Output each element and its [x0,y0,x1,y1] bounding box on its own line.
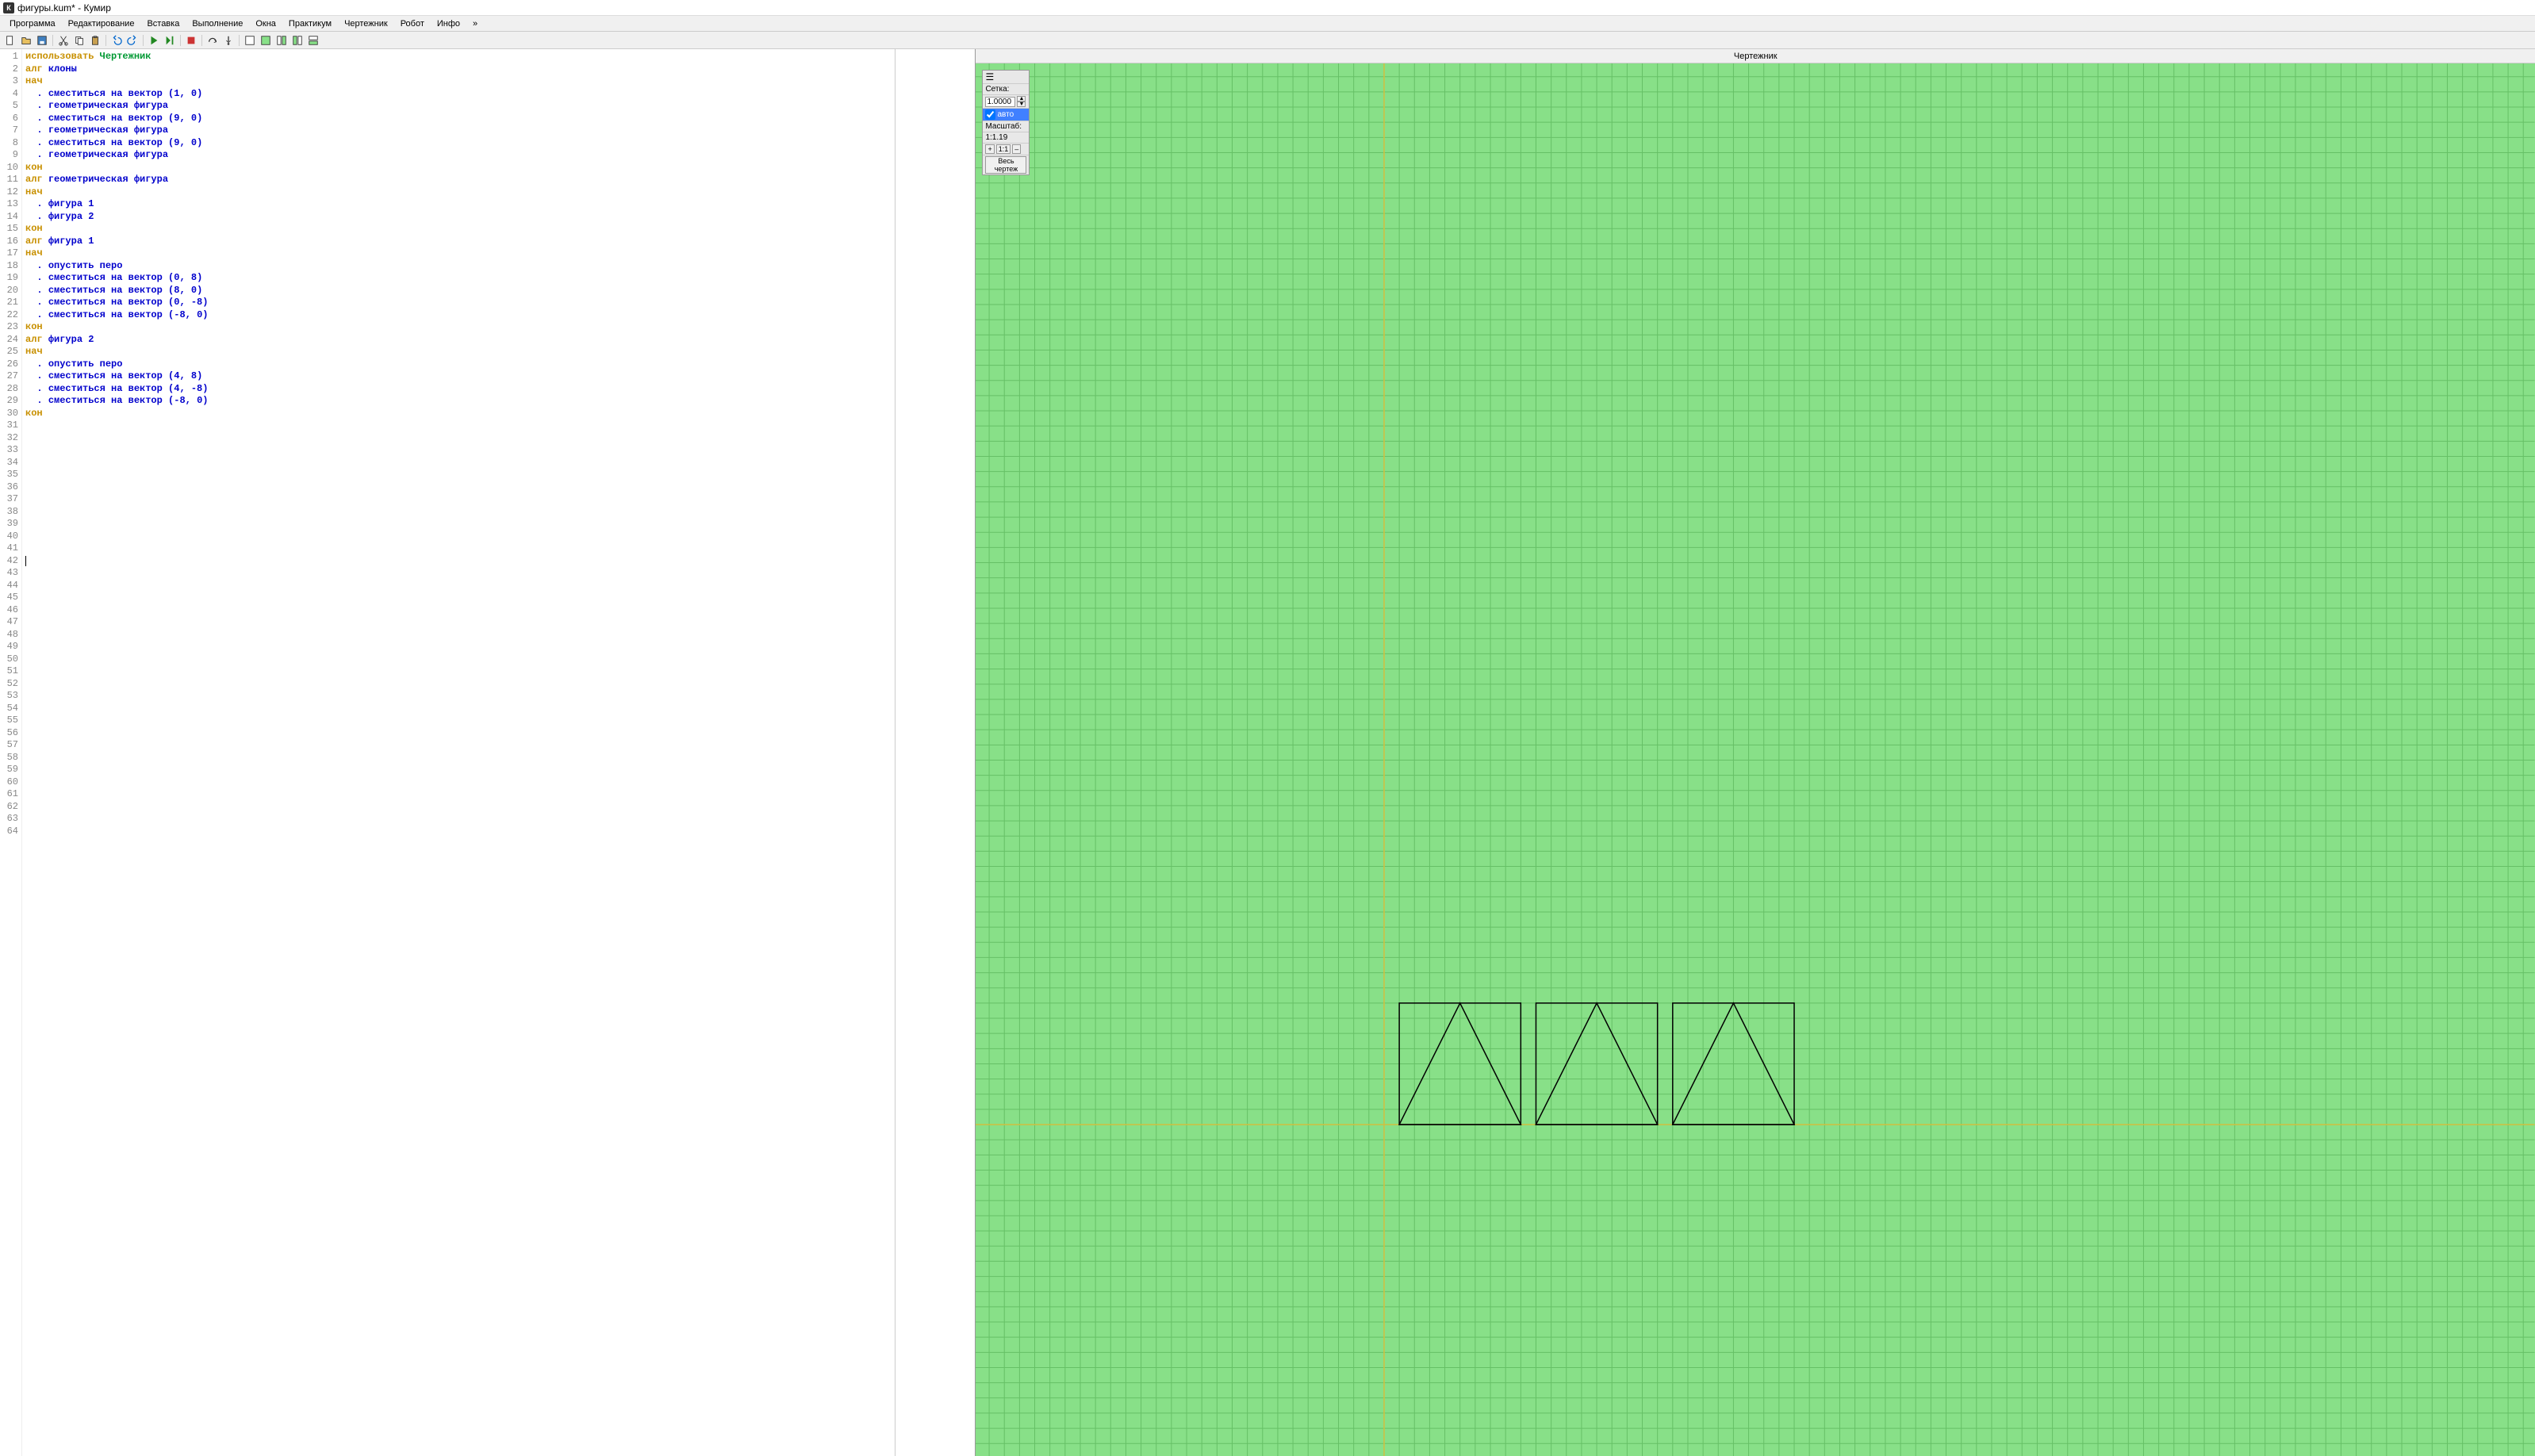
window-title: фигуры.kum* - Кумир [17,2,111,13]
editor-pane: 1234567891011121314151617181920212223242… [0,49,976,1456]
grid-label: Сетка: [985,85,1009,94]
scale-value: 1:1.19 [985,133,1007,142]
run-step-button[interactable] [163,33,177,48]
grid-auto-checkbox[interactable] [985,109,995,120]
save-file-button[interactable] [35,33,49,48]
menu-item-»[interactable]: » [466,17,484,30]
copy-button[interactable] [72,33,86,48]
toolbar-separator [239,35,240,46]
zoom-reset-button[interactable]: 1:1 [996,144,1011,154]
menu-item-практикум[interactable]: Практикум [282,17,338,30]
new-file-button[interactable] [3,33,17,48]
layout-5-button[interactable] [306,33,320,48]
stop-button[interactable] [184,33,198,48]
fit-all-button[interactable]: Весь чертеж [985,156,1026,174]
app-icon: К [3,2,14,13]
canvas-title: Чертежник [976,49,2535,63]
grid-auto-label: авто [997,110,1014,119]
zoom-out-button[interactable]: – [1012,144,1021,154]
layout-4-button[interactable] [290,33,305,48]
grid [976,63,2535,1456]
menu-item-вставка[interactable]: Вставка [140,17,186,30]
app-window: К фигуры.kum* - Кумир ПрограммаРедактиро… [0,0,2535,1456]
zoom-in-button[interactable]: + [985,144,994,154]
menu-item-робот[interactable]: Робот [394,17,431,30]
menu-item-инфо[interactable]: Инфо [431,17,466,30]
menu-item-чертежник[interactable]: Чертежник [338,17,394,30]
open-file-button[interactable] [19,33,33,48]
grid-spin-up[interactable]: ▲ [1017,96,1026,102]
toolbar-separator [180,35,181,46]
step-into-button[interactable] [221,33,236,48]
toolbar-separator [201,35,202,46]
cut-button[interactable] [56,33,71,48]
undo-button[interactable] [109,33,124,48]
layout-1-button[interactable] [243,33,257,48]
menu-item-программа[interactable]: Программа [3,17,62,30]
drawing-canvas [976,63,2535,1456]
redo-button[interactable] [125,33,140,48]
paste-button[interactable] [88,33,102,48]
line-gutter: 1234567891011121314151617181920212223242… [0,49,22,1456]
grid-spin-down[interactable]: ▼ [1017,102,1026,107]
canvas-controls-panel: ☰ Сетка: ▲▼ авто Масштаб: 1:1.19 + 1:1 [982,70,1030,175]
run-button[interactable] [147,33,161,48]
text-cursor [25,556,26,566]
toolbar-separator [143,35,144,46]
canvas-menu-icon[interactable]: ☰ [985,71,994,82]
step-over-button[interactable] [205,33,220,48]
menubar: ПрограммаРедактированиеВставкаВыполнение… [0,16,2535,32]
toolbar [0,32,2535,49]
canvas-area[interactable]: ☰ Сетка: ▲▼ авто Масштаб: 1:1.19 + 1:1 [976,63,2535,1456]
menu-item-выполнение[interactable]: Выполнение [186,17,249,30]
toolbar-separator [105,35,106,46]
toolbar-separator [52,35,53,46]
editor-right-margin [895,49,975,1456]
code-editor[interactable]: использовать Чертежникалг клонынач . сме… [22,49,895,1456]
scale-label: Масштаб: [985,122,1022,131]
layout-3-button[interactable] [274,33,289,48]
layout-2-button[interactable] [259,33,273,48]
canvas-pane: Чертежник ☰ Сетка: ▲▼ авто Масштаб: 1:1.… [976,49,2535,1456]
menu-item-редактирование[interactable]: Редактирование [62,17,141,30]
content-area: 1234567891011121314151617181920212223242… [0,49,2535,1456]
titlebar: К фигуры.kum* - Кумир [0,0,2535,16]
menu-item-окна[interactable]: Окна [249,17,282,30]
grid-size-input[interactable] [985,97,1015,107]
